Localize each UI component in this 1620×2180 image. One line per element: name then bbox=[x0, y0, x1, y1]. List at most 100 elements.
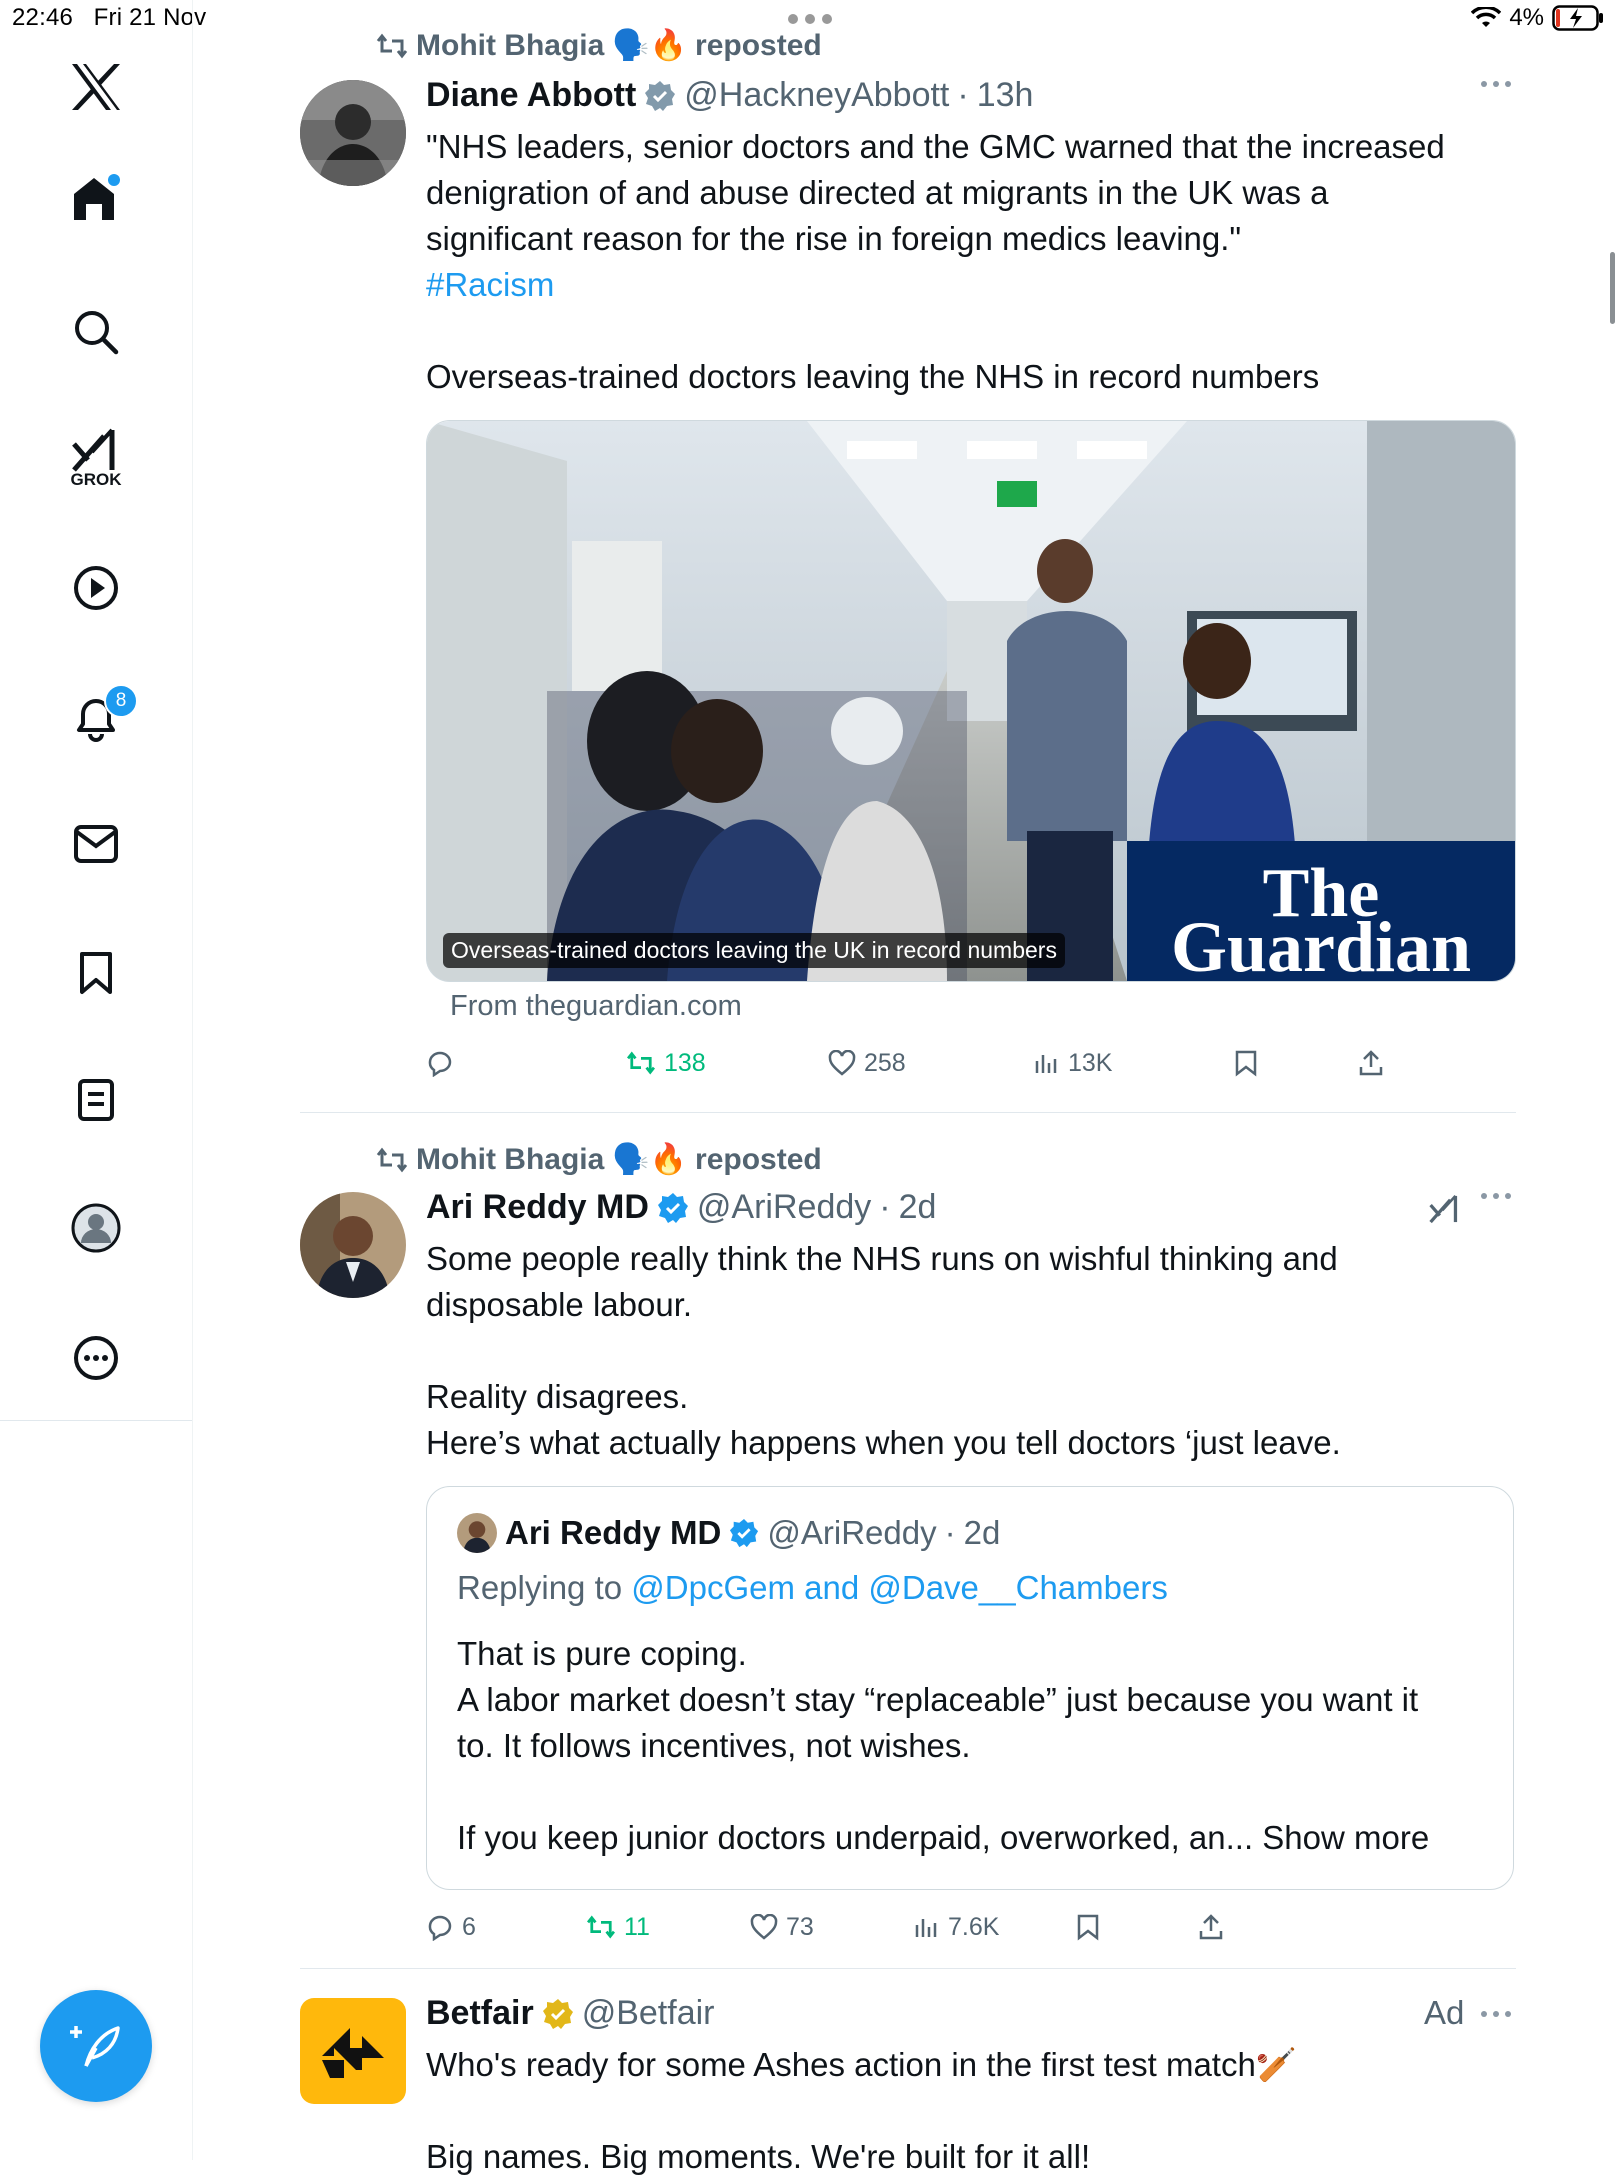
quote-text-line: A labor market doesn’t stay “replaceable… bbox=[457, 1681, 1419, 1718]
tweet-body-3: Who's ready for some Ashes action in the… bbox=[426, 2042, 1526, 2180]
tweet-text-line: disposable labour. bbox=[426, 1286, 693, 1323]
bookmark-icon bbox=[80, 952, 112, 994]
reposter-name[interactable]: Mohit Bhagia bbox=[416, 1143, 604, 1177]
tweet-text-line: "NHS leaders, senior doctors and the GMC… bbox=[426, 128, 1445, 165]
repost-header-2: Mohit Bhagia 🗣️🔥 reposted bbox=[376, 1142, 822, 1177]
repost-button[interactable]: 11 bbox=[586, 1913, 650, 1942]
like-button[interactable]: 73 bbox=[750, 1913, 814, 1942]
avatar-diane-abbott[interactable] bbox=[300, 80, 406, 186]
author-name[interactable]: Ari Reddy MD bbox=[426, 1188, 649, 1227]
author-handle[interactable]: @HackneyAbbott bbox=[684, 76, 949, 115]
profile-avatar-icon bbox=[71, 1203, 121, 1253]
like-count: 258 bbox=[864, 1048, 906, 1077]
reply-button[interactable]: 6 bbox=[426, 1913, 476, 1942]
nav-home[interactable] bbox=[68, 170, 124, 226]
quoted-tweet[interactable]: Ari Reddy MD @AriReddy · 2d Replying to … bbox=[426, 1486, 1514, 1890]
reposter-name[interactable]: Mohit Bhagia bbox=[416, 29, 604, 63]
tweet-text-line: Some people really think the NHS runs on… bbox=[426, 1240, 1338, 1277]
repost-icon bbox=[376, 33, 408, 58]
nav-more[interactable] bbox=[72, 1334, 120, 1382]
avatar-betfair[interactable] bbox=[300, 1998, 406, 2104]
replying-to-handles[interactable]: @DpcGem and @Dave__Chambers bbox=[631, 1569, 1168, 1606]
repost-button[interactable]: 138 bbox=[626, 1049, 706, 1078]
replying-to-label: Replying to bbox=[457, 1569, 623, 1606]
mail-icon bbox=[74, 825, 118, 863]
separator-dot: · bbox=[957, 76, 969, 114]
tweet-actions-2: 6 11 73 7.6K bbox=[426, 1910, 1426, 1944]
quote-author-name: Ari Reddy MD bbox=[505, 1514, 722, 1551]
more-options-icon[interactable] bbox=[1480, 1192, 1512, 1200]
views-button[interactable]: 13K bbox=[1034, 1049, 1112, 1078]
repost-icon bbox=[376, 1147, 408, 1172]
separator-dot: · bbox=[879, 1188, 891, 1226]
link-card-image[interactable]: The Guardian Overseas-trained doctors le… bbox=[426, 420, 1516, 982]
share-button[interactable] bbox=[1198, 1913, 1224, 1941]
guardian-logo-guardian: Guardian bbox=[1171, 907, 1471, 981]
bookmark-button[interactable] bbox=[1076, 1913, 1100, 1941]
home-icon bbox=[74, 174, 120, 220]
sidebar-divider bbox=[0, 1420, 192, 1421]
share-button[interactable] bbox=[1358, 1049, 1384, 1077]
quote-body: That is pure coping. A labor market does… bbox=[457, 1631, 1497, 1861]
tweet-text-line: Who's ready for some Ashes action in the… bbox=[426, 2046, 1297, 2083]
more-options-icon[interactable] bbox=[1480, 2010, 1512, 2018]
views-chart-icon bbox=[915, 1919, 937, 1937]
tweet-text-line: Overseas-trained doctors leaving the NHS… bbox=[426, 358, 1320, 395]
quote-avatar bbox=[457, 1513, 497, 1553]
nav-messages[interactable] bbox=[73, 824, 119, 864]
author-handle[interactable]: @AriReddy bbox=[697, 1188, 871, 1227]
tweet-text-line: Reality disagrees. bbox=[426, 1378, 689, 1415]
compose-feather-icon bbox=[70, 2026, 120, 2067]
heart-icon bbox=[828, 1050, 856, 1076]
like-count: 73 bbox=[786, 1912, 814, 1941]
grok-label: GROK bbox=[70, 470, 122, 489]
reply-button[interactable] bbox=[426, 1049, 462, 1077]
ad-label: Ad bbox=[1424, 1994, 1465, 2031]
verified-gold-badge-icon bbox=[542, 1998, 573, 2029]
nav-explore[interactable] bbox=[72, 308, 120, 356]
tweet-divider bbox=[300, 1112, 1516, 1113]
compose-post-button[interactable] bbox=[40, 1990, 152, 2102]
tweet-header-1: Diane Abbott @HackneyAbbott · 13h bbox=[426, 76, 1033, 115]
nav-bookmarks[interactable] bbox=[78, 950, 114, 996]
card-source[interactable]: From theguardian.com bbox=[450, 990, 742, 1023]
author-name[interactable]: Betfair bbox=[426, 1994, 534, 2033]
view-count: 7.6K bbox=[948, 1912, 1000, 1941]
bookmark-button[interactable] bbox=[1234, 1049, 1258, 1077]
post-time[interactable]: 2d bbox=[899, 1188, 937, 1227]
repost-count: 11 bbox=[624, 1912, 650, 1941]
quote-text-line: That is pure coping. bbox=[457, 1635, 747, 1672]
wifi-icon bbox=[1471, 7, 1502, 29]
nav-grok[interactable]: GROK bbox=[70, 428, 122, 490]
show-more-link[interactable]: Show more bbox=[1262, 1819, 1429, 1856]
nav-lists[interactable] bbox=[77, 1078, 115, 1122]
tweet-actions-1: 138 258 13K bbox=[426, 1046, 1426, 1080]
scrollbar[interactable] bbox=[1610, 252, 1615, 324]
tweet-text-line: Here’s what actually happens when you te… bbox=[426, 1424, 1341, 1461]
author-name[interactable]: Diane Abbott bbox=[426, 76, 636, 115]
quote-time: 2d bbox=[963, 1514, 1001, 1551]
separator-dot: · bbox=[944, 1514, 956, 1551]
like-button[interactable]: 258 bbox=[828, 1049, 906, 1078]
views-button[interactable]: 7.6K bbox=[914, 1913, 999, 1942]
play-icon bbox=[74, 566, 118, 610]
hashtag-link[interactable]: #Racism bbox=[426, 262, 1526, 308]
post-time[interactable]: 13h bbox=[977, 76, 1034, 115]
tweet-header-2: Ari Reddy MD @AriReddy · 2d bbox=[426, 1188, 936, 1227]
quote-header: Ari Reddy MD @AriReddy · 2d bbox=[457, 1513, 1000, 1553]
tweet-divider bbox=[300, 1968, 1516, 1969]
list-icon bbox=[78, 1079, 114, 1121]
grok-explain-icon[interactable] bbox=[1428, 1192, 1462, 1226]
avatar-ari-reddy[interactable] bbox=[300, 1192, 406, 1298]
nav-profile[interactable] bbox=[70, 1202, 122, 1254]
more-options-icon[interactable] bbox=[1480, 80, 1512, 88]
tweet-text-line: significant reason for the rise in forei… bbox=[426, 220, 1242, 257]
x-logo-icon[interactable] bbox=[70, 62, 122, 112]
share-icon bbox=[1359, 1050, 1383, 1076]
share-icon bbox=[1199, 1914, 1223, 1940]
author-handle[interactable]: @Betfair bbox=[582, 1994, 715, 2033]
reply-icon bbox=[428, 1915, 452, 1941]
nav-video[interactable] bbox=[73, 565, 119, 611]
multitasking-dots-icon[interactable] bbox=[786, 12, 834, 26]
battery-percent: 4% bbox=[1509, 4, 1544, 31]
